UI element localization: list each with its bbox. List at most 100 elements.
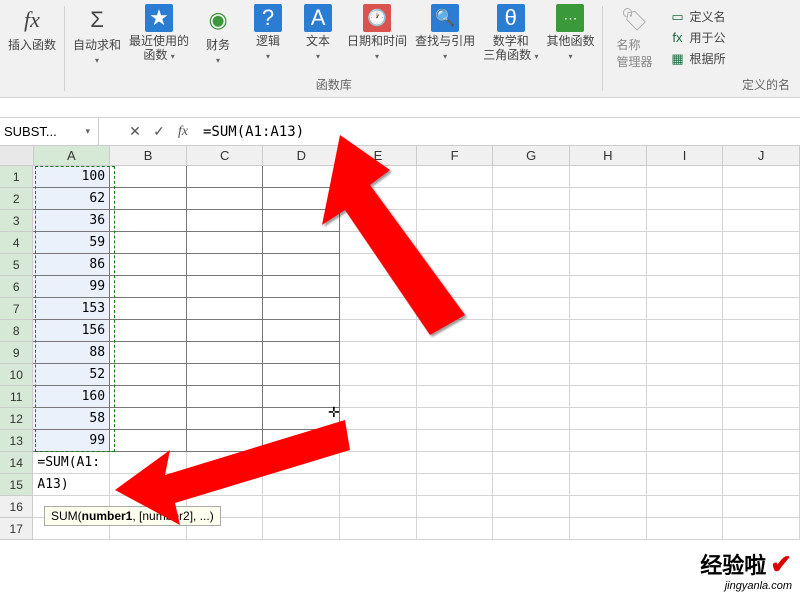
datetime-button[interactable]: 🕐 日期和时间▾: [343, 2, 411, 70]
cell[interactable]: [493, 430, 570, 452]
cell[interactable]: [263, 386, 340, 408]
cell[interactable]: 100: [33, 166, 110, 188]
cell[interactable]: [493, 166, 570, 188]
cell[interactable]: [493, 298, 570, 320]
cell[interactable]: [340, 408, 417, 430]
cell[interactable]: 86: [33, 254, 110, 276]
cell[interactable]: [110, 276, 187, 298]
row-header[interactable]: 17: [0, 518, 33, 540]
cell[interactable]: [647, 188, 724, 210]
cell[interactable]: [570, 518, 647, 540]
cell[interactable]: [723, 496, 800, 518]
row-header[interactable]: 10: [0, 364, 33, 386]
cell[interactable]: [493, 452, 570, 474]
cell[interactable]: [110, 452, 187, 474]
col-header-e[interactable]: E: [340, 146, 417, 166]
row-header[interactable]: 6: [0, 276, 33, 298]
cell[interactable]: 156: [33, 320, 110, 342]
cell[interactable]: [263, 210, 340, 232]
cell[interactable]: [187, 276, 264, 298]
cell[interactable]: [723, 188, 800, 210]
cell[interactable]: [263, 320, 340, 342]
cell[interactable]: [570, 298, 647, 320]
cell[interactable]: [263, 408, 340, 430]
row-header[interactable]: 5: [0, 254, 33, 276]
cell[interactable]: [417, 210, 494, 232]
cell[interactable]: [647, 430, 724, 452]
cell[interactable]: [340, 496, 417, 518]
cell[interactable]: [570, 452, 647, 474]
row-header[interactable]: 4: [0, 232, 33, 254]
cell[interactable]: [647, 408, 724, 430]
cell[interactable]: [723, 254, 800, 276]
cell[interactable]: [417, 188, 494, 210]
cell[interactable]: [723, 386, 800, 408]
cell[interactable]: [417, 496, 494, 518]
cell[interactable]: [110, 474, 187, 496]
cell[interactable]: [340, 430, 417, 452]
cell[interactable]: [493, 320, 570, 342]
cell[interactable]: [493, 408, 570, 430]
cell[interactable]: [263, 276, 340, 298]
cell[interactable]: [493, 210, 570, 232]
cell[interactable]: [723, 408, 800, 430]
row-header[interactable]: 14: [0, 452, 33, 474]
cell[interactable]: 52: [33, 364, 110, 386]
row-header[interactable]: 1: [0, 166, 33, 188]
cell[interactable]: [340, 166, 417, 188]
cell[interactable]: [187, 342, 264, 364]
cell[interactable]: [417, 452, 494, 474]
cell[interactable]: [187, 474, 264, 496]
cell[interactable]: [340, 210, 417, 232]
cell[interactable]: =SUM(A1:: [33, 452, 110, 474]
cell[interactable]: [263, 188, 340, 210]
cell[interactable]: [187, 188, 264, 210]
cell[interactable]: [263, 166, 340, 188]
cell[interactable]: [570, 166, 647, 188]
cell[interactable]: [417, 364, 494, 386]
cell[interactable]: 153: [33, 298, 110, 320]
cell[interactable]: [647, 254, 724, 276]
cell[interactable]: [417, 320, 494, 342]
text-button[interactable]: A 文本▾: [293, 2, 343, 70]
cell[interactable]: [340, 232, 417, 254]
cell[interactable]: [110, 408, 187, 430]
cell[interactable]: [723, 452, 800, 474]
cell[interactable]: [263, 254, 340, 276]
cell[interactable]: [187, 166, 264, 188]
cell[interactable]: [340, 188, 417, 210]
cell[interactable]: [263, 452, 340, 474]
cell[interactable]: [417, 232, 494, 254]
cell[interactable]: [723, 210, 800, 232]
cell[interactable]: 36: [33, 210, 110, 232]
cell[interactable]: [647, 232, 724, 254]
use-in-formula-button[interactable]: fx用于公: [669, 27, 796, 48]
cell[interactable]: A13): [33, 474, 110, 496]
cell[interactable]: [493, 474, 570, 496]
cell[interactable]: [110, 210, 187, 232]
recent-functions-button[interactable]: ★ 最近使用的 函数 ▾: [125, 2, 193, 70]
row-header[interactable]: 2: [0, 188, 33, 210]
lookup-button[interactable]: 🔍 查找与引用▾: [411, 2, 479, 70]
cell[interactable]: [647, 166, 724, 188]
cell[interactable]: 62: [33, 188, 110, 210]
cell[interactable]: [570, 474, 647, 496]
cell[interactable]: [263, 518, 340, 540]
row-header[interactable]: 15: [0, 474, 33, 496]
cell[interactable]: [493, 386, 570, 408]
cell[interactable]: [110, 386, 187, 408]
cell[interactable]: [110, 430, 187, 452]
cell[interactable]: [570, 430, 647, 452]
col-header-j[interactable]: J: [723, 146, 800, 166]
cell[interactable]: [417, 166, 494, 188]
row-header[interactable]: 8: [0, 320, 33, 342]
cell[interactable]: [570, 254, 647, 276]
cell[interactable]: [187, 430, 264, 452]
cell[interactable]: 99: [33, 430, 110, 452]
row-header[interactable]: 16: [0, 496, 33, 518]
chevron-down-icon[interactable]: ▾: [81, 126, 94, 137]
cell[interactable]: 160: [33, 386, 110, 408]
cell[interactable]: [570, 210, 647, 232]
col-header-f[interactable]: F: [417, 146, 494, 166]
col-header-b[interactable]: B: [110, 146, 187, 166]
